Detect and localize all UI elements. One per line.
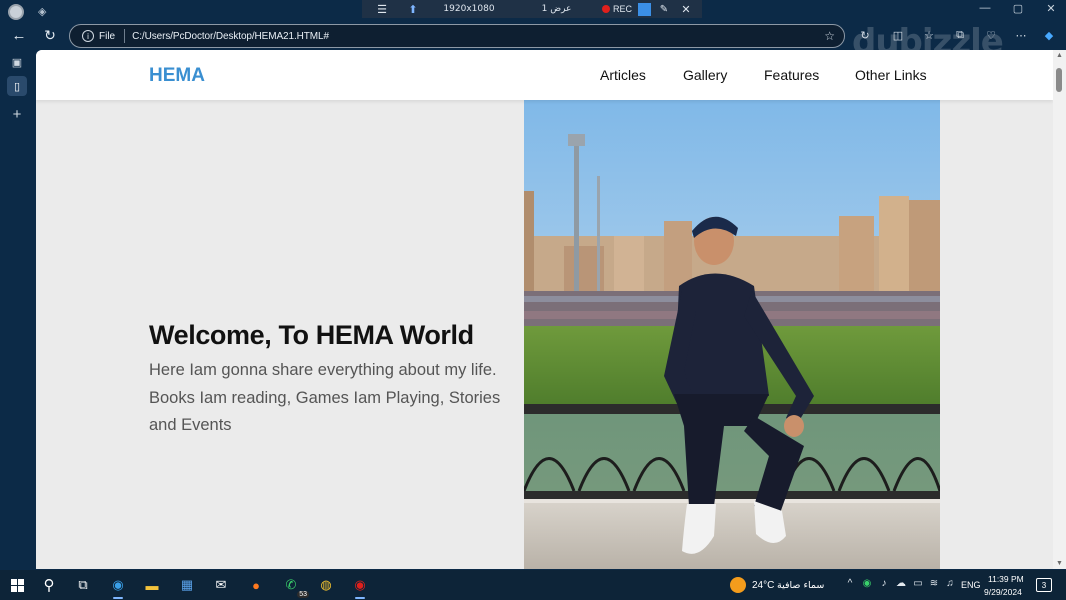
windows-start-icon[interactable]	[7, 575, 27, 595]
workspaces-icon[interactable]: ◈	[38, 5, 46, 18]
show-hidden-icons-chevron-icon[interactable]: ^	[843, 578, 857, 589]
volume-icon[interactable]: ♫	[943, 578, 957, 589]
nav-link-gallery[interactable]: Gallery	[683, 67, 727, 83]
file-explorer-icon[interactable]: ▬	[142, 575, 162, 595]
language-indicator[interactable]: ENG	[961, 580, 981, 590]
tab-actions-icon[interactable]: ▣	[7, 52, 27, 72]
windows-taskbar: ⚲ ⧉ ◉ ▬ ▦ ✉ ● ✆ 53 ◍ ◉ 24°C سماء صافية ^ …	[0, 570, 1066, 600]
favorite-star-icon[interactable]: ☆	[824, 29, 835, 43]
pen-icon[interactable]: ✎	[653, 0, 675, 18]
weather-sun-icon[interactable]	[730, 577, 746, 593]
scroll-down-arrow-icon[interactable]: ▼	[1056, 560, 1063, 567]
record-button[interactable]: REC	[599, 0, 635, 18]
wifi-icon[interactable]: ≋	[927, 578, 941, 589]
hero-description: Here Iam gonna share everything about my…	[149, 361, 501, 434]
info-icon[interactable]: i	[82, 30, 94, 42]
task-view-icon[interactable]: ⧉	[73, 575, 93, 595]
address-bar[interactable]: i File C:/Users/PcDoctor/Desktop/HEMA21.…	[69, 24, 845, 48]
hero-photo	[524, 96, 940, 569]
firefox-icon[interactable]: ●	[246, 575, 266, 595]
vertical-tab-page-icon[interactable]: ▯	[7, 76, 27, 96]
back-arrow-icon[interactable]: ←	[9, 27, 29, 44]
new-tab-plus-icon[interactable]: +	[7, 104, 27, 124]
clock-date[interactable]: 9/29/2024	[984, 587, 1022, 597]
capture-area-button[interactable]	[635, 0, 653, 18]
scroll-up-arrow-icon[interactable]: ▲	[1056, 52, 1063, 59]
profile-avatar[interactable]	[8, 4, 24, 20]
close-icon[interactable]: ✕	[675, 0, 697, 18]
capture-area-icon	[637, 2, 651, 16]
onedrive-icon[interactable]: ☁	[894, 578, 908, 589]
notification-count: 3	[1041, 580, 1047, 590]
weather-temperature[interactable]: 24°C	[752, 580, 774, 591]
site-logo[interactable]: HEMA	[149, 65, 205, 87]
maximize-window-icon[interactable]: ▢	[1003, 2, 1033, 15]
whatsapp-icon[interactable]: ✆ 53	[281, 575, 309, 598]
edge-icon[interactable]: ◉	[108, 575, 128, 599]
battery-icon[interactable]: ▭	[911, 578, 925, 589]
microphone-icon[interactable]: ♪	[877, 578, 891, 589]
notification-center-icon[interactable]: 3	[1036, 578, 1052, 592]
mail-icon[interactable]: ✉	[211, 575, 231, 595]
web-page-viewport: HEMA Articles Gallery Features Other Lin…	[36, 50, 1053, 569]
minimize-window-icon[interactable]: —	[970, 2, 1000, 14]
vertical-scrollbar[interactable]: ▲ ▼	[1053, 50, 1066, 569]
record-label: REC	[612, 4, 632, 14]
screen-recorder-icon[interactable]: ◉	[350, 575, 370, 599]
refresh-icon[interactable]: ↻	[40, 27, 60, 44]
address-url[interactable]: C:/Users/PcDoctor/Desktop/HEMA21.HTML#	[132, 31, 329, 42]
menu-icon[interactable]: ☰	[362, 0, 402, 18]
site-header: HEMA Articles Gallery Features Other Lin…	[36, 50, 1053, 100]
nav-link-features[interactable]: Features	[764, 67, 819, 83]
chrome-icon[interactable]: ◍	[316, 575, 336, 595]
hero-title: Welcome, To HEMA World	[149, 320, 474, 350]
scroll-thumb[interactable]	[1056, 68, 1062, 92]
address-scheme-label: File	[99, 30, 116, 42]
microsoft-store-icon[interactable]: ▦	[177, 575, 197, 595]
clock-time[interactable]: 11:39 PM	[988, 574, 1024, 584]
app-status-icon[interactable]: ◉	[860, 578, 874, 589]
pin-icon[interactable]: ⬆	[402, 0, 424, 18]
whatsapp-badge: 53	[297, 591, 309, 598]
more-options-icon[interactable]: ⋯	[1012, 29, 1030, 42]
weather-condition[interactable]: سماء صافية	[777, 580, 824, 591]
address-separator	[124, 29, 126, 43]
recording-view-label[interactable]: عرض 1	[514, 0, 599, 18]
record-dot-icon	[601, 5, 610, 13]
nav-link-articles[interactable]: Articles	[600, 67, 646, 83]
copilot-icon[interactable]: ◆	[1040, 29, 1058, 42]
nav-link-other-links[interactable]: Other Links	[855, 67, 927, 83]
screen-recording-toolbar: ☰ ⬆ 1920x1080 عرض 1 REC ✎ ✕	[362, 0, 702, 18]
search-icon[interactable]: ⚲	[39, 575, 59, 595]
recording-resolution: 1920x1080	[443, 4, 495, 14]
close-window-icon[interactable]: ✕	[1036, 2, 1066, 15]
